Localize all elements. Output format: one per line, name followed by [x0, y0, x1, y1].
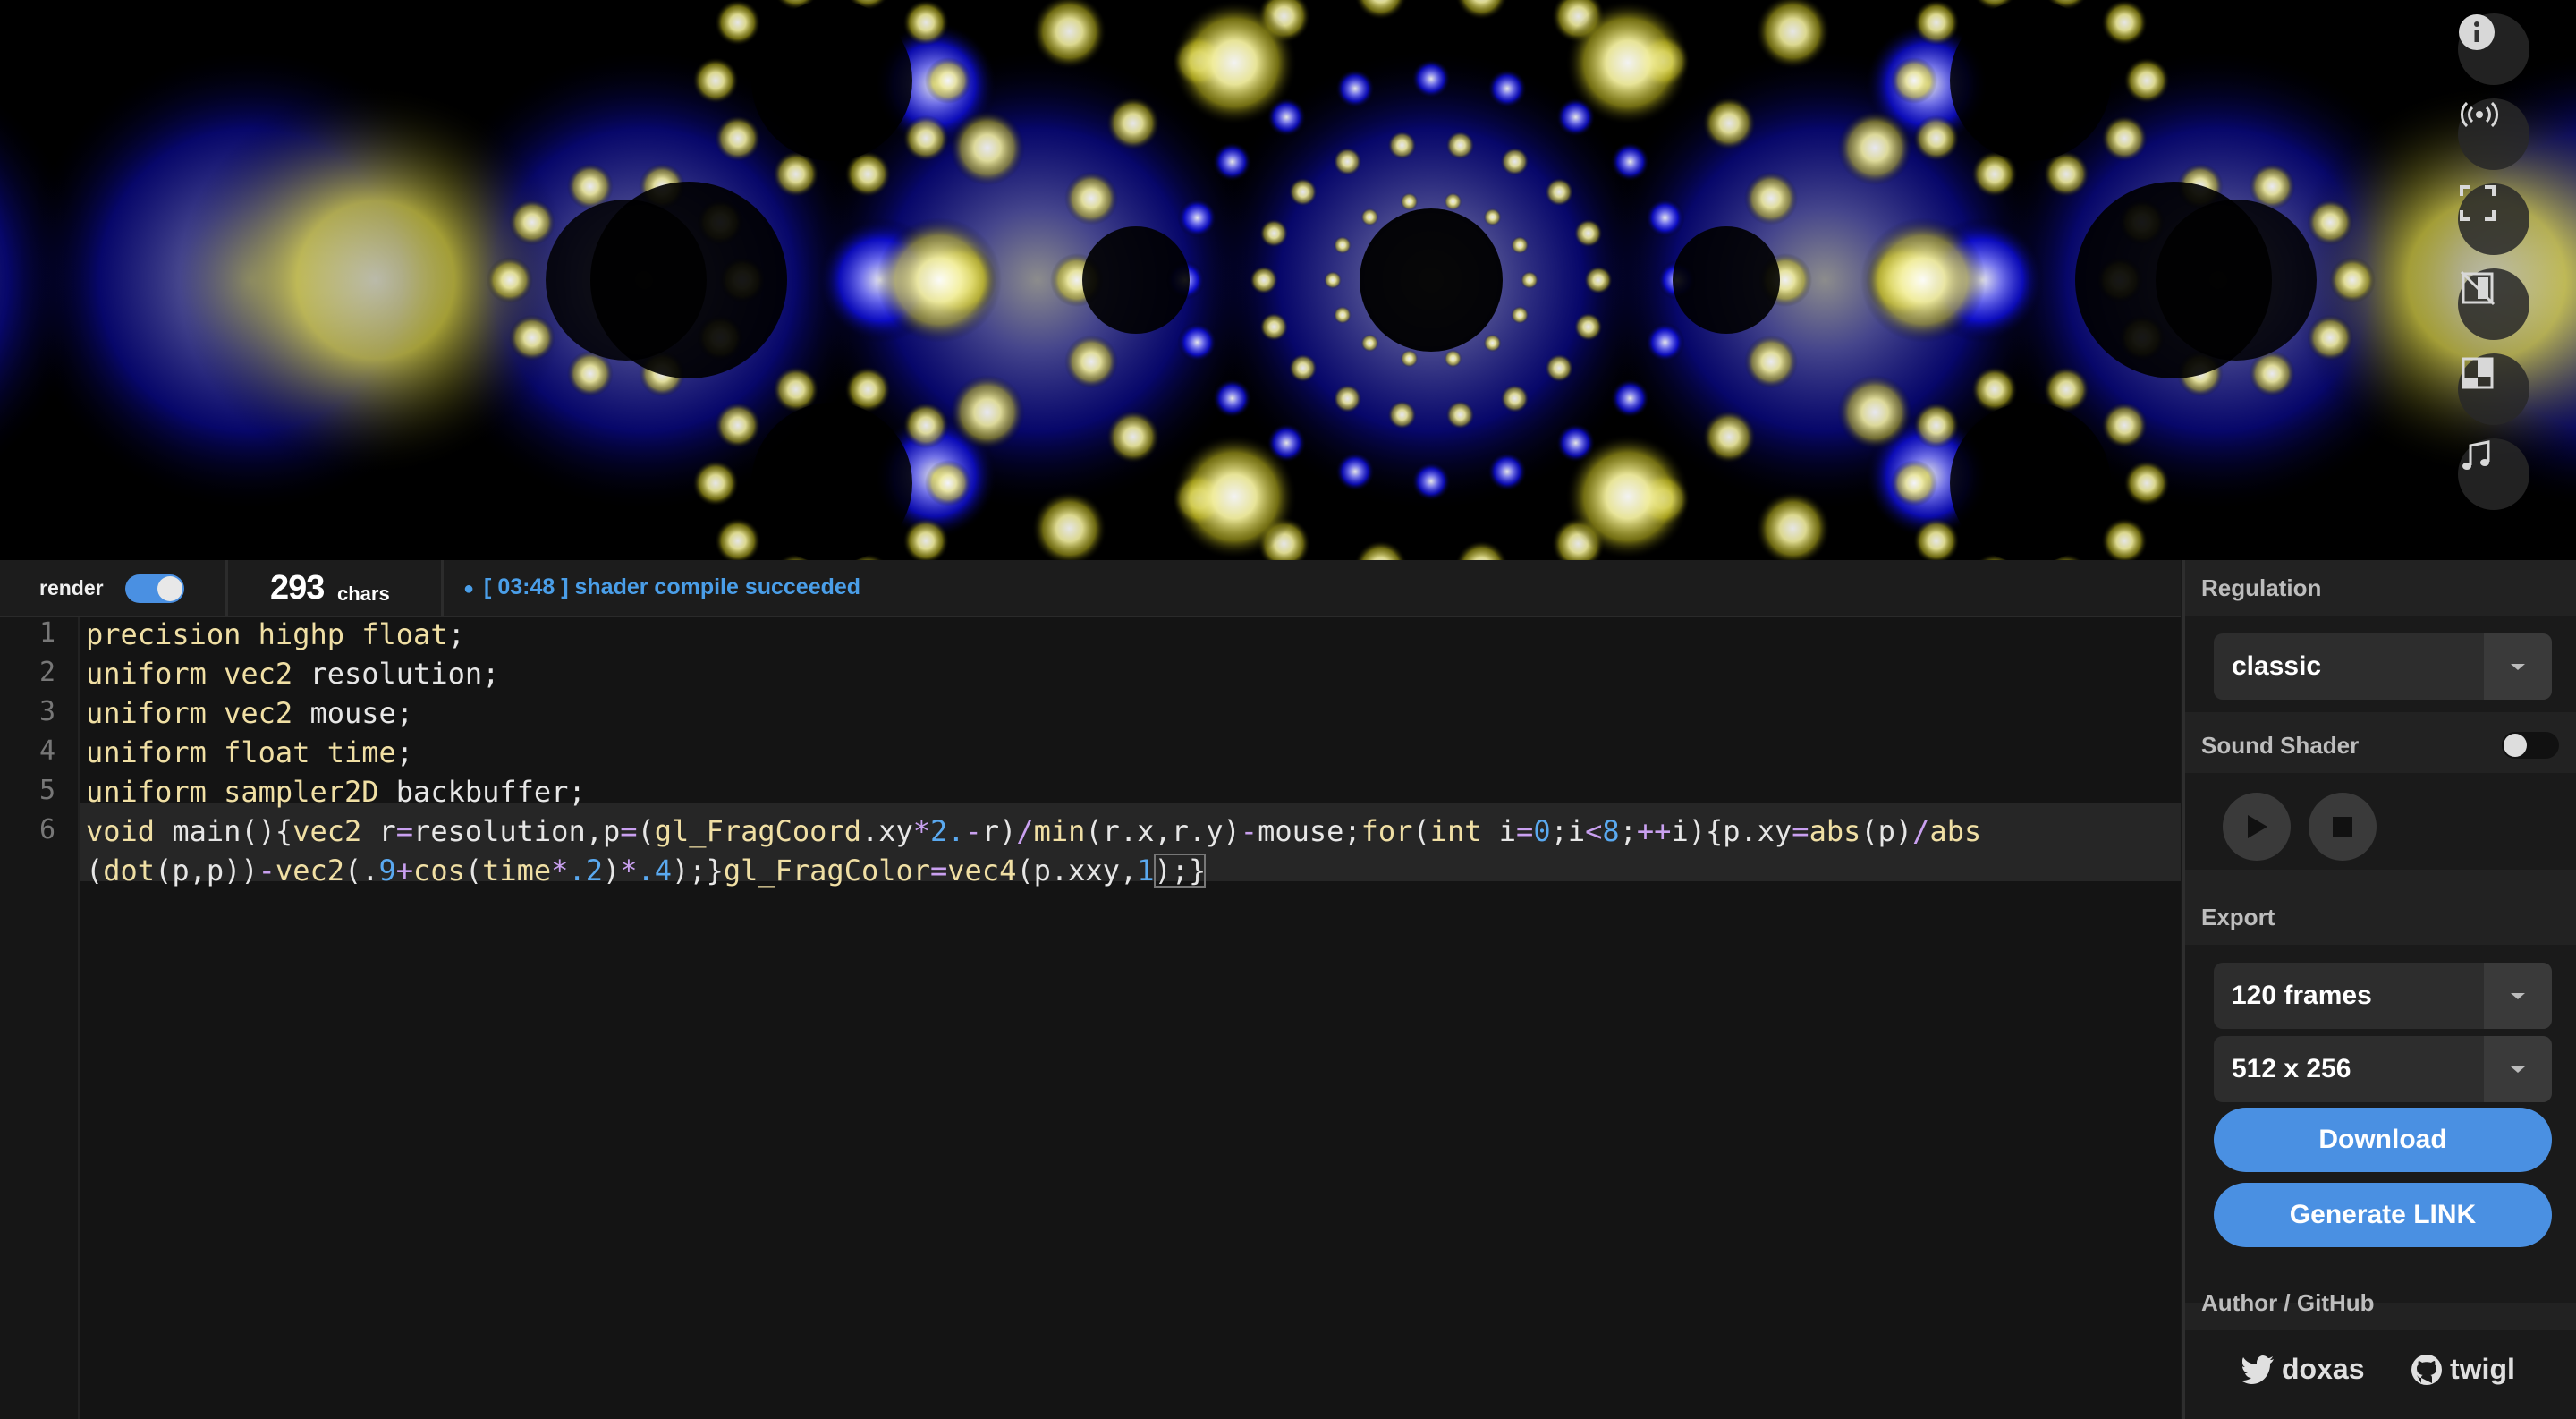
author-title: Author / GitHub: [2201, 1289, 2375, 1316]
editor-toolbar: render 293 chars ● [ 03:48 ] shader comp…: [0, 560, 2181, 617]
play-button[interactable]: [2223, 793, 2291, 861]
line-number: 2: [38, 657, 55, 688]
code-line-5[interactable]: uniform sampler2D backbuffer;: [86, 775, 586, 809]
twitter-link[interactable]: doxas: [2241, 1353, 2364, 1386]
status-message: shader compile succeeded: [574, 574, 861, 599]
line-number: 4: [38, 735, 55, 767]
char-unit: chars: [337, 582, 390, 605]
download-button[interactable]: Download: [2214, 1108, 2552, 1172]
play-icon: [2248, 815, 2267, 838]
code-line-3[interactable]: uniform vec2 mouse;: [86, 696, 413, 730]
stop-button[interactable]: [2309, 793, 2377, 861]
settings-panel: Regulation classic Sound Shader Export 1…: [2182, 560, 2576, 1419]
regulation-value: classic: [2232, 651, 2322, 681]
status-dot-icon: ●: [463, 579, 475, 599]
regulation-title: Regulation: [2201, 574, 2322, 601]
github-icon: [2411, 1354, 2442, 1385]
code-line-6b[interactable]: (dot(p,p))-vec2(.9+cos(time*.2)*.4);}gl_…: [86, 854, 1207, 888]
fullscreen-button[interactable]: [2458, 183, 2529, 255]
code-line-1[interactable]: precision highp float;: [86, 617, 465, 651]
stop-icon: [2333, 817, 2352, 837]
chevron-down-icon: [2484, 1036, 2552, 1102]
code-line-6a[interactable]: void main(){vec2 r=resolution,p=(gl_Frag…: [86, 814, 1981, 848]
toggle-knob: [157, 576, 182, 601]
status-time: [ 03:48 ]: [484, 574, 569, 599]
char-count: 293: [270, 569, 325, 607]
line-number: 1: [38, 617, 55, 649]
code-line-4[interactable]: uniform float time;: [86, 735, 413, 769]
layout-icon: [2462, 357, 2494, 389]
github-handle: twigl: [2450, 1353, 2515, 1385]
hide-editor-icon: [2460, 270, 2496, 306]
shader-preview-canvas[interactable]: [0, 0, 2576, 560]
toggle-knob: [2504, 734, 2527, 757]
line-number: 5: [38, 775, 55, 806]
fullscreen-icon: [2460, 185, 2496, 221]
sound-shader-toggle[interactable]: [2502, 732, 2559, 759]
twitter-handle: doxas: [2282, 1353, 2365, 1385]
hide-editor-button[interactable]: [2458, 268, 2529, 340]
broadcast-button[interactable]: [2458, 98, 2529, 170]
frames-select[interactable]: 120 frames: [2214, 963, 2552, 1029]
render-toggle[interactable]: [125, 574, 184, 603]
twitter-icon: [2241, 1355, 2274, 1384]
export-title: Export: [2201, 904, 2275, 930]
code-line-2[interactable]: uniform vec2 resolution;: [86, 657, 499, 691]
render-label: render: [39, 575, 104, 599]
size-select[interactable]: 512 x 256: [2214, 1036, 2552, 1102]
size-value: 512 x 256: [2232, 1054, 2351, 1083]
generate-link-button[interactable]: Generate LINK: [2214, 1183, 2552, 1247]
compile-status: ● [ 03:48 ] shader compile succeeded: [463, 574, 860, 600]
info-button[interactable]: [2458, 13, 2529, 85]
fractal-render: [0, 0, 2576, 560]
sound-shader-title: Sound Shader: [2201, 732, 2360, 759]
char-counter: 293 chars: [228, 560, 444, 616]
info-icon: [2459, 14, 2495, 50]
line-number: 6: [38, 814, 55, 845]
layout-button[interactable]: [2458, 353, 2529, 425]
broadcast-icon: [2461, 101, 2498, 128]
chevron-down-icon: [2484, 633, 2552, 700]
regulation-select[interactable]: classic: [2214, 633, 2552, 700]
code-editor[interactable]: 1 2 3 4 5 6 precision highp float; unifo…: [0, 617, 2181, 1419]
render-control: render: [0, 560, 228, 616]
line-number: 3: [38, 696, 55, 727]
frames-value: 120 frames: [2232, 981, 2372, 1010]
chevron-down-icon: [2484, 963, 2552, 1029]
github-link[interactable]: twigl: [2411, 1353, 2515, 1386]
music-button[interactable]: [2458, 438, 2529, 510]
music-note-icon: [2462, 440, 2490, 470]
